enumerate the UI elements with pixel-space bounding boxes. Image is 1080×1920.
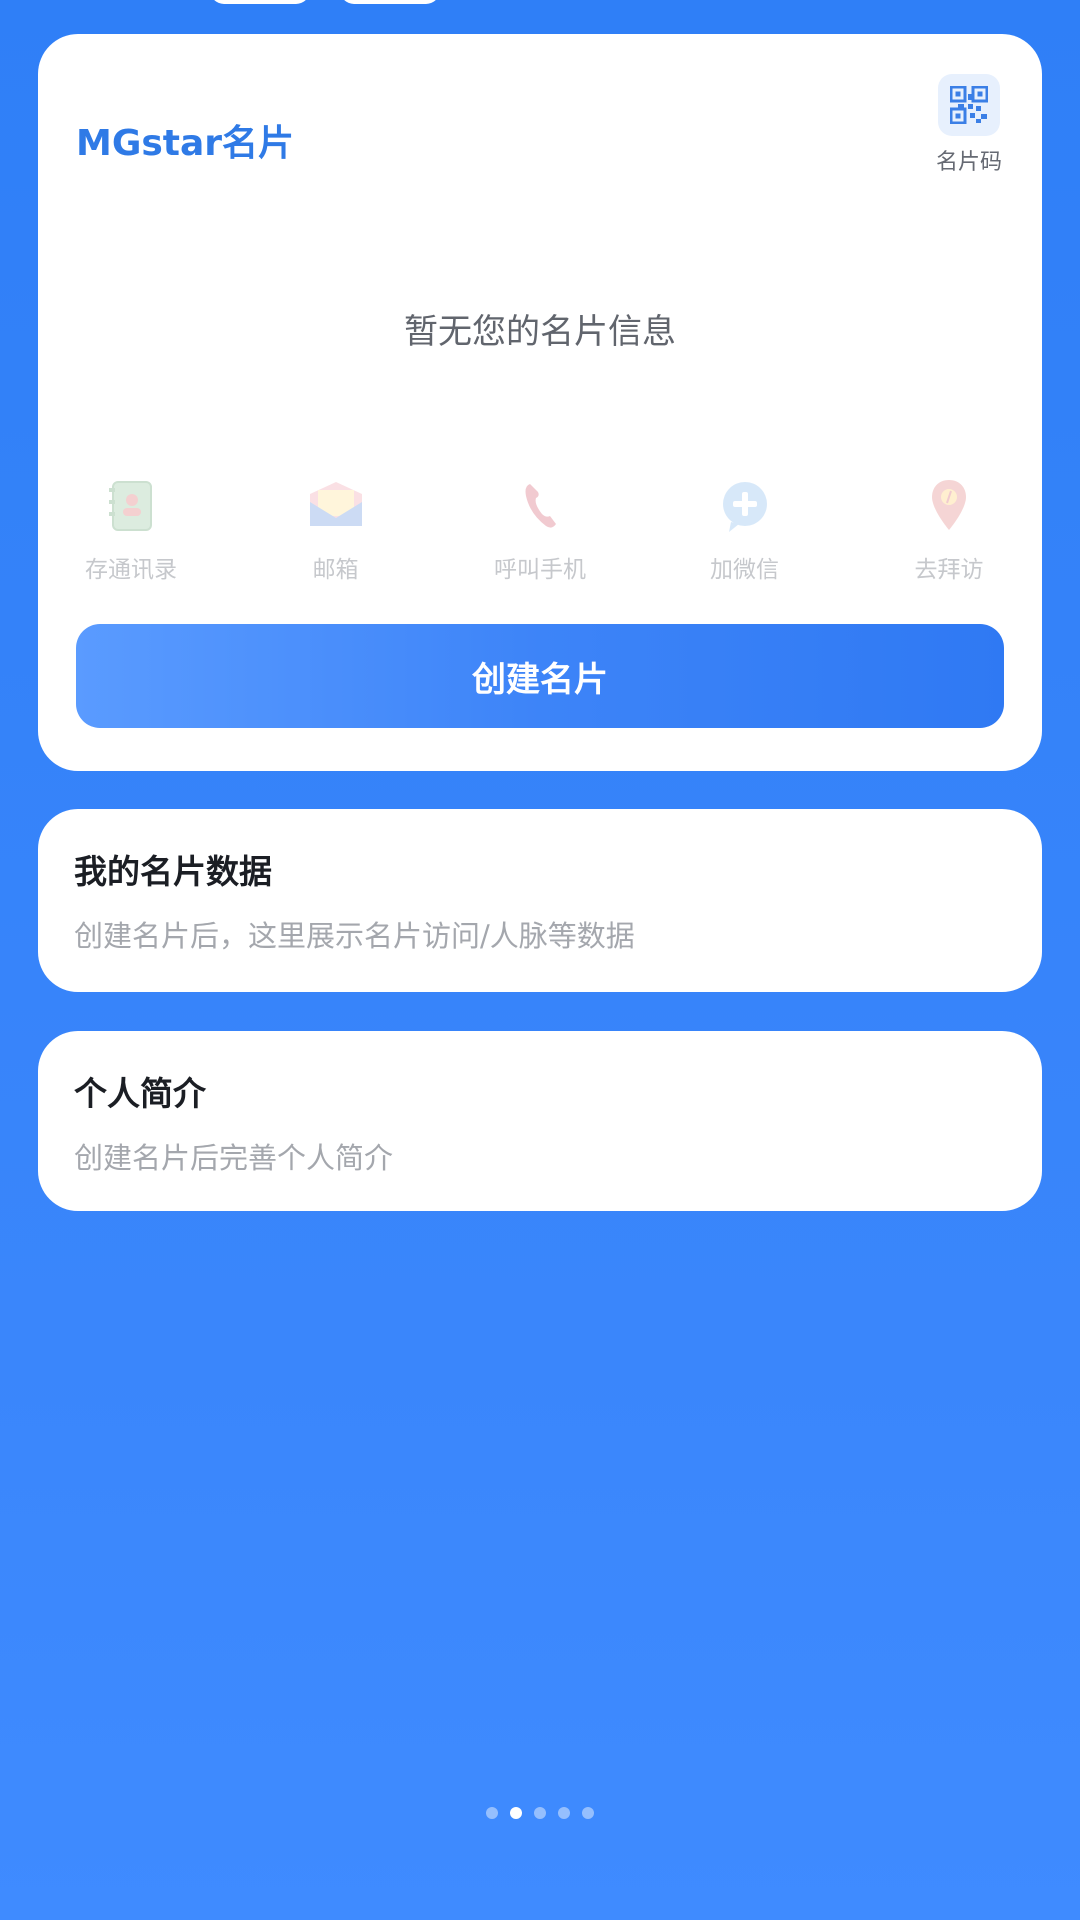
quick-actions: 存通讯录 邮箱 呼叫手机 加微信 去拜访 bbox=[76, 474, 1004, 584]
personal-intro-title: 个人简介 bbox=[74, 1074, 206, 1113]
business-card: MGstar名片 名片码 暂无您的名片信息 存通讯录 邮箱 呼叫手机 加微信 去… bbox=[38, 34, 1042, 771]
action-label: 邮箱 bbox=[312, 557, 359, 583]
page-dot[interactable] bbox=[486, 1807, 498, 1819]
card-data-section[interactable]: 我的名片数据 创建名片后，这里展示名片访问/人脉等数据 bbox=[38, 809, 1042, 992]
create-card-button[interactable]: 创建名片 bbox=[76, 624, 1004, 728]
action-add-wechat[interactable]: 加微信 bbox=[690, 474, 800, 584]
page-indicator bbox=[0, 1807, 1080, 1819]
action-label: 加微信 bbox=[710, 557, 779, 583]
qr-code-label: 名片码 bbox=[935, 150, 1002, 175]
qr-code-icon bbox=[938, 74, 1000, 136]
personal-intro-description: 创建名片后完善个人简介 bbox=[74, 1141, 394, 1175]
empty-card-message: 暂无您的名片信息 bbox=[404, 312, 676, 352]
action-email[interactable]: 邮箱 bbox=[281, 474, 391, 584]
page-dot[interactable] bbox=[582, 1807, 594, 1819]
top-tab-left[interactable] bbox=[210, 0, 310, 4]
address-book-icon bbox=[99, 474, 163, 538]
action-label: 存通讯录 bbox=[85, 557, 177, 583]
action-label: 去拜访 bbox=[914, 557, 984, 583]
action-call[interactable]: 呼叫手机 bbox=[485, 474, 595, 584]
brand-title: MGstar名片 bbox=[76, 123, 295, 164]
page-dot[interactable] bbox=[558, 1807, 570, 1819]
phone-icon bbox=[508, 474, 572, 538]
page-dot-active[interactable] bbox=[510, 1807, 522, 1819]
action-visit[interactable]: 去拜访 bbox=[894, 474, 1004, 584]
card-data-description: 创建名片后，这里展示名片访问/人脉等数据 bbox=[74, 919, 635, 953]
location-pin-icon bbox=[917, 474, 981, 538]
action-save-contact[interactable]: 存通讯录 bbox=[76, 474, 186, 584]
page-dot[interactable] bbox=[534, 1807, 546, 1819]
top-tab-right[interactable] bbox=[340, 0, 440, 4]
envelope-icon bbox=[304, 474, 368, 538]
wechat-add-icon bbox=[713, 474, 777, 538]
action-label: 呼叫手机 bbox=[494, 557, 586, 583]
card-data-title: 我的名片数据 bbox=[74, 852, 272, 891]
qr-code-button[interactable]: 名片码 bbox=[934, 74, 1004, 176]
personal-intro-section[interactable]: 个人简介 创建名片后完善个人简介 bbox=[38, 1031, 1042, 1211]
